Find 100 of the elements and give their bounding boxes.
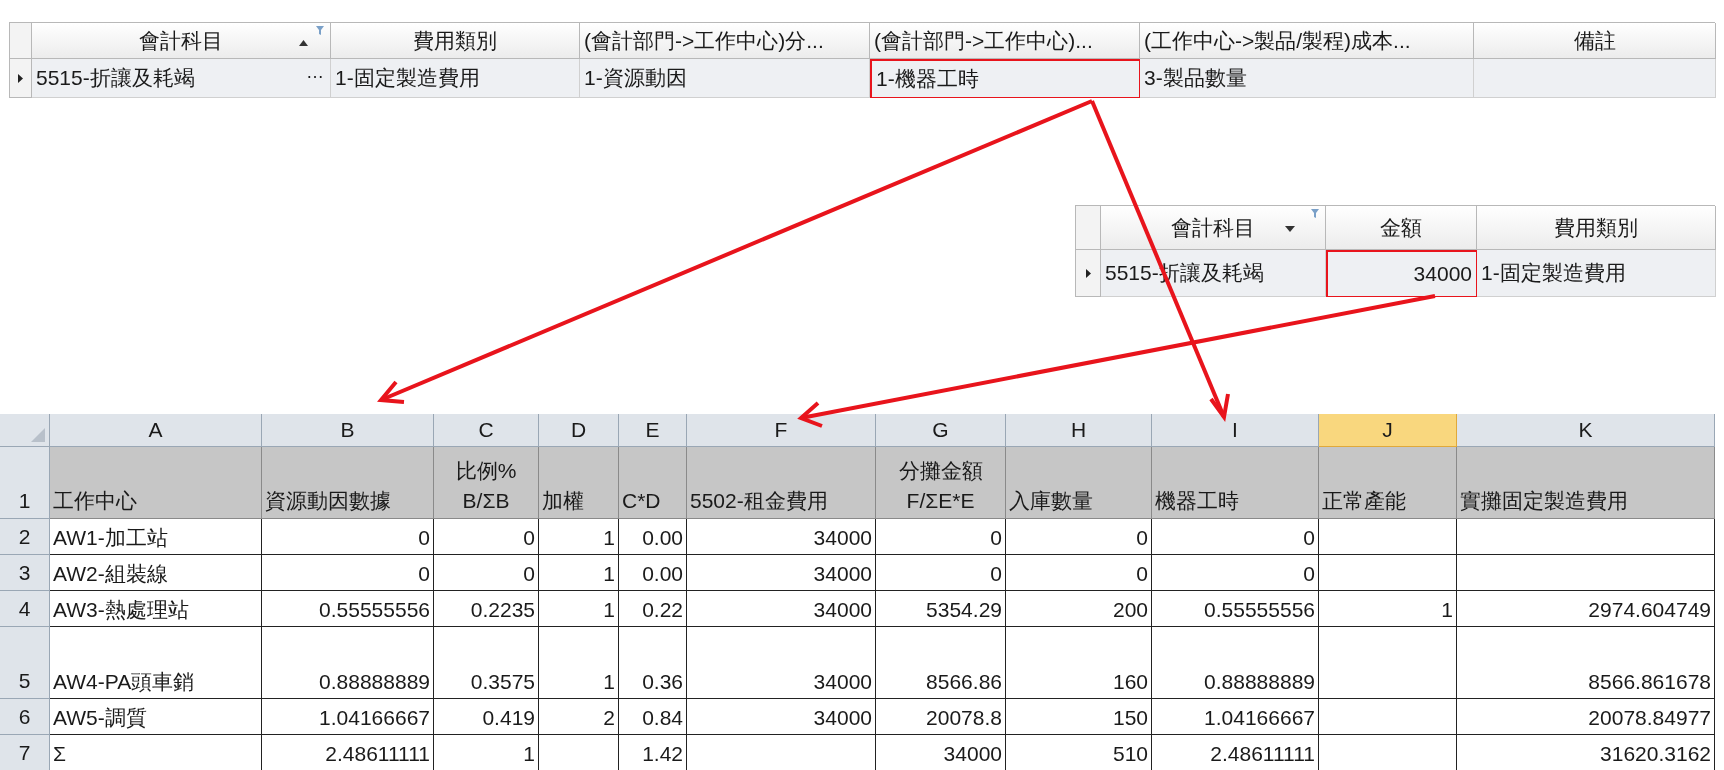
row-header[interactable]: 4 xyxy=(0,591,50,627)
spreadsheet-cell: 2 xyxy=(539,699,619,735)
spreadsheet-cell: 1 xyxy=(1319,591,1457,627)
column-header[interactable]: C xyxy=(434,414,539,447)
spreadsheet-cell: 0.00 xyxy=(619,519,687,555)
spreadsheet-cell: 0 xyxy=(434,555,539,591)
column-header[interactable]: G xyxy=(876,414,1006,447)
spreadsheet-cell: 0.3575 xyxy=(434,627,539,699)
spreadsheet-cell: 0 xyxy=(1006,555,1152,591)
spreadsheet-cell: 5354.29 xyxy=(876,591,1006,627)
row-header[interactable]: 2 xyxy=(0,519,50,555)
spreadsheet-cell: 0.2235 xyxy=(434,591,539,627)
column-heading: C*D xyxy=(619,447,687,519)
spreadsheet-cell: 34000 xyxy=(687,519,876,555)
row-header[interactable]: 6 xyxy=(0,699,50,735)
column-header[interactable]: I xyxy=(1152,414,1319,447)
spreadsheet-cell: 20078.84977 xyxy=(1457,699,1715,735)
column-heading: 實攤固定製造費用 xyxy=(1457,447,1715,519)
column-heading: 工作中心 xyxy=(50,447,262,519)
spreadsheet-cell: 0 xyxy=(262,555,434,591)
column-header[interactable]: B xyxy=(262,414,434,447)
table-cell: 1-固定製造費用 xyxy=(1477,250,1716,297)
corner-triangle-icon xyxy=(31,428,45,442)
spreadsheet-cell: 1 xyxy=(539,519,619,555)
spreadsheet-cell: 0.88888889 xyxy=(262,627,434,699)
spreadsheet-cell: 0.88888889 xyxy=(1152,627,1319,699)
column-heading: 比例% B/ΣB xyxy=(434,447,539,519)
spreadsheet-cell: AW5-調質 xyxy=(50,699,262,735)
ellipsis-button[interactable]: … xyxy=(304,63,326,81)
table-cell: 34000 xyxy=(1326,250,1477,297)
filter-icon xyxy=(316,26,324,35)
column-header[interactable]: 費用類別 xyxy=(331,23,580,59)
spreadsheet-cell: 0.55555556 xyxy=(1152,591,1319,627)
row-header[interactable]: 3 xyxy=(0,555,50,591)
column-heading: 入庫數量 xyxy=(1006,447,1152,519)
column-header[interactable]: (工作中心->製品/製程)成本... xyxy=(1140,23,1474,59)
spreadsheet-cell: 0 xyxy=(434,519,539,555)
spreadsheet-cell: 0.36 xyxy=(619,627,687,699)
spreadsheet-cell: 160 xyxy=(1006,627,1152,699)
column-header[interactable]: 費用類別 xyxy=(1477,206,1716,250)
spreadsheet-cell: 34000 xyxy=(687,627,876,699)
column-heading: 5502-租金費用 xyxy=(687,447,876,519)
row-selector[interactable] xyxy=(1076,250,1101,297)
select-all-corner[interactable] xyxy=(0,414,50,447)
column-header[interactable]: 會計科目 xyxy=(32,23,331,59)
spreadsheet-cell: 0 xyxy=(1152,519,1319,555)
spreadsheet-cell: AW4-PA頭車銷 xyxy=(50,627,262,699)
column-header[interactable]: 備註 xyxy=(1474,23,1716,59)
column-header[interactable]: E xyxy=(619,414,687,447)
spreadsheet-cell: 34000 xyxy=(687,555,876,591)
row-header[interactable]: 5 xyxy=(0,627,50,699)
column-heading: 機器工時 xyxy=(1152,447,1319,519)
spreadsheet-cell: 0 xyxy=(262,519,434,555)
row-header[interactable]: 7 xyxy=(0,735,50,770)
spreadsheet-cell: 8566.86 xyxy=(876,627,1006,699)
spreadsheet-cell: AW3-熱處理站 xyxy=(50,591,262,627)
column-header[interactable]: 會計科目 xyxy=(1101,206,1326,250)
spreadsheet-cell: 200 xyxy=(1006,591,1152,627)
table-cell: 5515-折讓及耗竭 … xyxy=(32,59,331,98)
spreadsheet-cell: 0 xyxy=(876,555,1006,591)
spreadsheet-cell: 0.419 xyxy=(434,699,539,735)
column-header[interactable]: K xyxy=(1457,414,1715,447)
spreadsheet-cell: 34000 xyxy=(687,699,876,735)
column-header[interactable]: A xyxy=(50,414,262,447)
dropdown-caret-icon xyxy=(1285,226,1295,232)
sort-ascending-icon xyxy=(299,40,308,46)
column-header[interactable]: J xyxy=(1319,414,1457,447)
spreadsheet-cell: 20078.8 xyxy=(876,699,1006,735)
spreadsheet-cell: 0.55555556 xyxy=(262,591,434,627)
spreadsheet-cell: 0.84 xyxy=(619,699,687,735)
spreadsheet-cell: 0 xyxy=(1006,519,1152,555)
spreadsheet-cell: 1 xyxy=(539,591,619,627)
column-heading: 加權 xyxy=(539,447,619,519)
spreadsheet-cell: AW1-加工站 xyxy=(50,519,262,555)
column-header[interactable]: (會計部門->工作中心)分... xyxy=(580,23,870,59)
column-heading: 分攤金額 F/ΣE*E xyxy=(876,447,1006,519)
column-heading: 正常產能 xyxy=(1319,447,1457,519)
column-header[interactable]: F xyxy=(687,414,876,447)
column-header[interactable]: 金額 xyxy=(1326,206,1477,250)
spreadsheet-cell: 0.22 xyxy=(619,591,687,627)
row-header[interactable]: 1 xyxy=(0,447,50,519)
column-header[interactable]: D xyxy=(539,414,619,447)
spreadsheet-cell: 1.04166667 xyxy=(262,699,434,735)
column-heading: 資源動因數據 xyxy=(262,447,434,519)
table-cell: 3-製品數量 xyxy=(1140,59,1474,98)
spreadsheet-cell: 0 xyxy=(1152,555,1319,591)
filter-icon xyxy=(1311,209,1319,218)
spreadsheet-cell: AW2-組裝線 xyxy=(50,555,262,591)
spreadsheet-cell: 34000 xyxy=(687,591,876,627)
spreadsheet-cell: 1.04166667 xyxy=(1152,699,1319,735)
spreadsheet-cell: 2974.604749 xyxy=(1457,591,1715,627)
table-cell: 1-固定製造費用 xyxy=(331,59,580,98)
row-selector[interactable] xyxy=(10,59,32,98)
spreadsheet-cell: 8566.861678 xyxy=(1457,627,1715,699)
column-header[interactable]: H xyxy=(1006,414,1152,447)
spreadsheet-cell: 0 xyxy=(876,519,1006,555)
spreadsheet-cell: 0.00 xyxy=(619,555,687,591)
column-header[interactable]: (會計部門->工作中心)... xyxy=(870,23,1140,59)
spreadsheet-cell: 1 xyxy=(539,555,619,591)
table-cell: 1-資源動因 xyxy=(580,59,870,98)
